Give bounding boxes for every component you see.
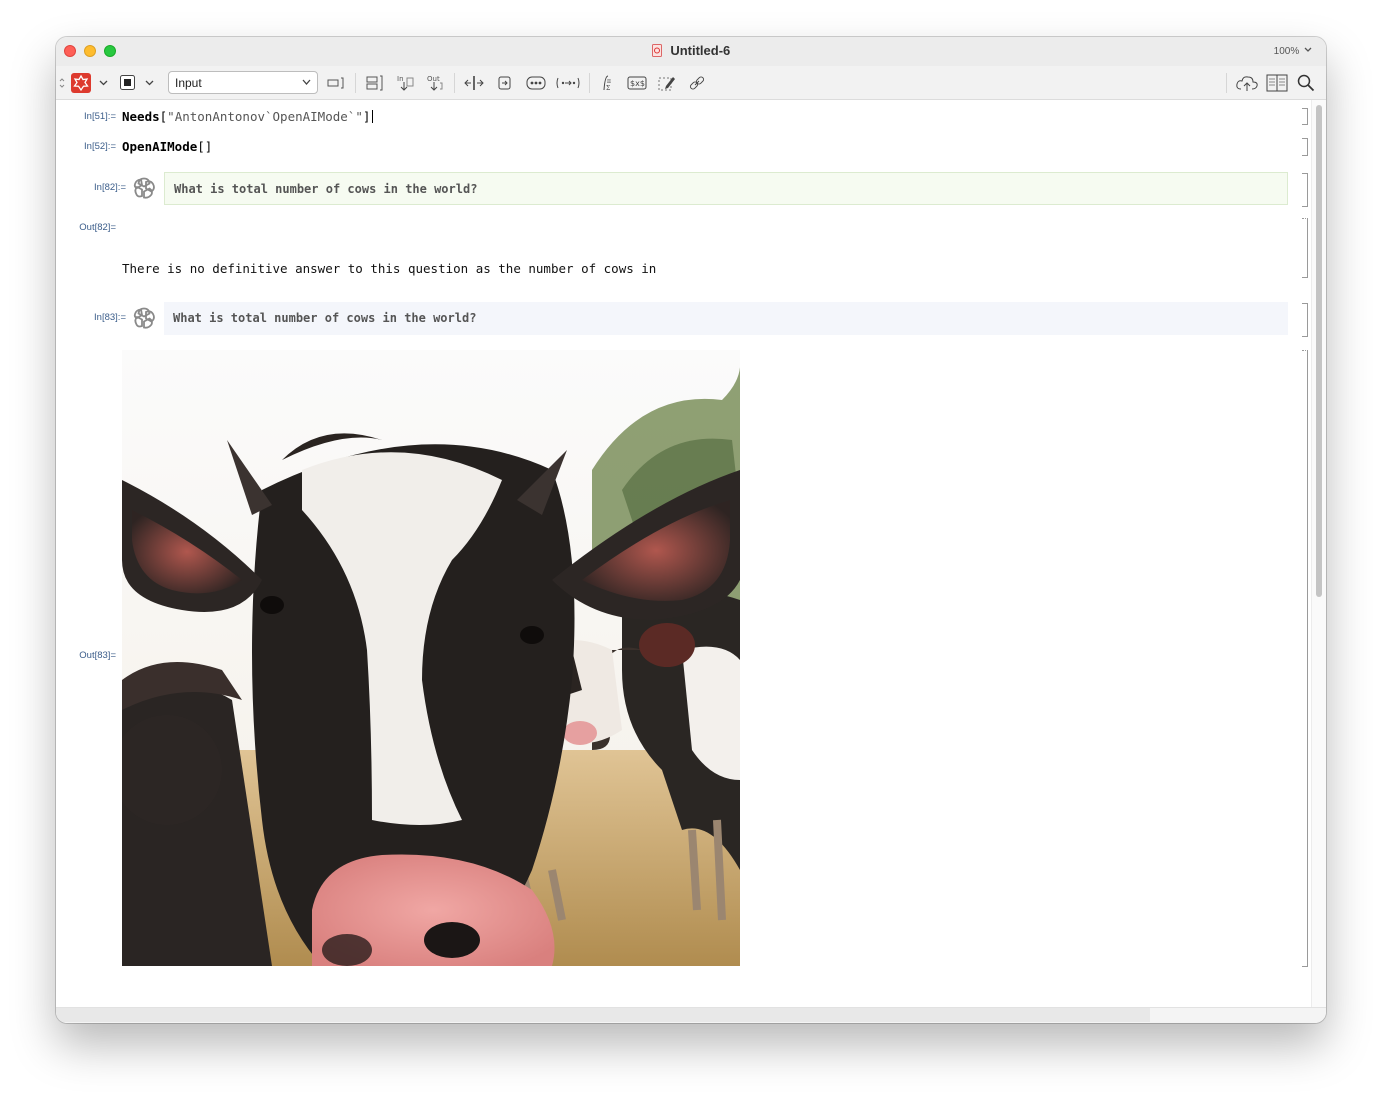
evaluate-in-place-icon [556,77,580,88]
math-formula-icon: πΣ [603,75,611,92]
code-input-openaimode[interactable]: OpenAIMode[] [122,139,212,154]
code-function: Needs [122,109,160,124]
cell-group-icon [366,75,383,90]
evaluate-menu-button[interactable] [96,66,110,99]
svg-text:Out: Out [427,75,440,83]
svg-text:$x$: $x$ [630,79,645,88]
notebook-content[interactable]: In[51]:= Needs["AntonAntonov`OpenAIMode`… [56,100,1312,1008]
code-bracket: ] [362,109,371,124]
openai-prompt-input[interactable]: What is total number of cows in the worl… [164,172,1288,205]
toolbar-separator [355,73,356,93]
notebook-document-icon [651,44,662,57]
code-bracket: [] [197,139,213,154]
ellipsis-box-icon [526,76,546,89]
insert-output-icon: Out [427,75,443,91]
cell-style-value: Input [175,76,202,90]
documentation-button[interactable] [1264,66,1290,99]
openai-prompt-input[interactable]: What is total number of cows in the worl… [164,302,1288,335]
cell-label: In[51]:= [84,111,116,122]
cow-image[interactable] [122,350,740,966]
vertical-scrollbar[interactable] [1311,100,1326,1008]
wolfram-evaluate-icon [71,72,91,93]
code-function: OpenAIMode [122,139,198,154]
cell-bracket[interactable] [1302,218,1308,278]
window-title: Untitled-6 [670,43,731,58]
svg-text:π: π [607,78,611,85]
split-cell-icon [464,75,484,90]
chevron-down-icon [99,80,107,85]
new-output-below-button[interactable]: Out [424,66,446,99]
toolbar-separator [589,73,590,93]
text-cursor [372,110,374,123]
cell-bracket[interactable] [1302,138,1308,156]
merge-cells-icon [498,76,511,89]
insert-input-icon: In [397,75,414,91]
pencil-icon [658,76,675,90]
evaluate-button[interactable] [70,66,92,99]
title-bar: Untitled-6 100% [56,37,1326,66]
horizontal-scrollbar-thumb[interactable] [56,1008,1150,1022]
merge-cells-button[interactable] [494,66,516,99]
stop-icon [119,75,135,90]
cell-label: Out[82]= [79,222,116,233]
new-input-below-button[interactable]: In [394,66,416,99]
link-icon [689,75,705,90]
cloud-upload-icon [1236,75,1258,91]
cell-label: In[52]:= [84,141,116,152]
drawing-tools-button[interactable] [656,66,678,99]
code-input-needs[interactable]: Needs["AntonAntonov`OpenAIMode`"] [122,109,374,124]
search-icon [1297,74,1315,91]
tex-icon: $x$ [627,76,647,89]
cell-label: In[82]:= [94,182,126,193]
horizontal-scrollbar[interactable] [56,1007,1326,1023]
code-string: "AntonAntonov`OpenAIMode`" [167,109,363,124]
notebook-toolbar: Input In Out πΣ $x$ [56,66,1326,100]
toolbar-grip [59,66,65,99]
cell-bracket[interactable] [1302,303,1308,337]
math-assistant-button[interactable]: πΣ [596,66,618,99]
split-cell-button[interactable] [462,66,486,99]
search-button[interactable] [1294,66,1318,99]
openai-logo-icon [133,307,155,329]
evaluate-in-place-button[interactable] [554,66,582,99]
abort-button[interactable] [118,66,136,99]
cell-bracket-icon [327,77,344,88]
notebook-window: Untitled-6 100% Input In Out π Σ $x$ In[… [56,37,1326,1023]
inline-tex-button[interactable]: $x$ [625,66,649,99]
cell-style-options-button[interactable] [326,66,346,99]
cell-bracket[interactable] [1302,350,1308,967]
openai-logo-icon [133,177,155,199]
toolbar-separator [1226,73,1227,93]
cell-bracket[interactable] [1302,173,1308,207]
cell-label: Out[83]= [79,650,116,661]
chevron-down-icon [1304,47,1312,52]
window-title-area: Untitled-6 [56,43,1326,58]
vertical-scrollbar-thumb[interactable] [1316,105,1322,597]
toolbar-separator [454,73,455,93]
cell-group-button[interactable] [364,66,386,99]
svg-text:Σ: Σ [606,85,610,92]
zoom-level: 100% [1273,46,1300,57]
book-icon [1266,74,1288,91]
openai-response-text: There is no definitive answer to this qu… [122,261,657,276]
cell-style-select[interactable]: Input [168,71,318,94]
cell-bracket[interactable] [1302,108,1308,125]
svg-text:In: In [397,75,404,83]
cell-label: In[83]:= [94,312,126,323]
hide-code-button[interactable] [524,66,548,99]
chevron-down-icon [302,79,311,85]
cloud-publish-button[interactable] [1234,66,1260,99]
insert-hyperlink-button[interactable] [686,66,708,99]
abort-menu-button[interactable] [142,66,156,99]
zoom-menu[interactable]: 100% [1274,46,1312,57]
chevron-down-icon [145,80,153,85]
